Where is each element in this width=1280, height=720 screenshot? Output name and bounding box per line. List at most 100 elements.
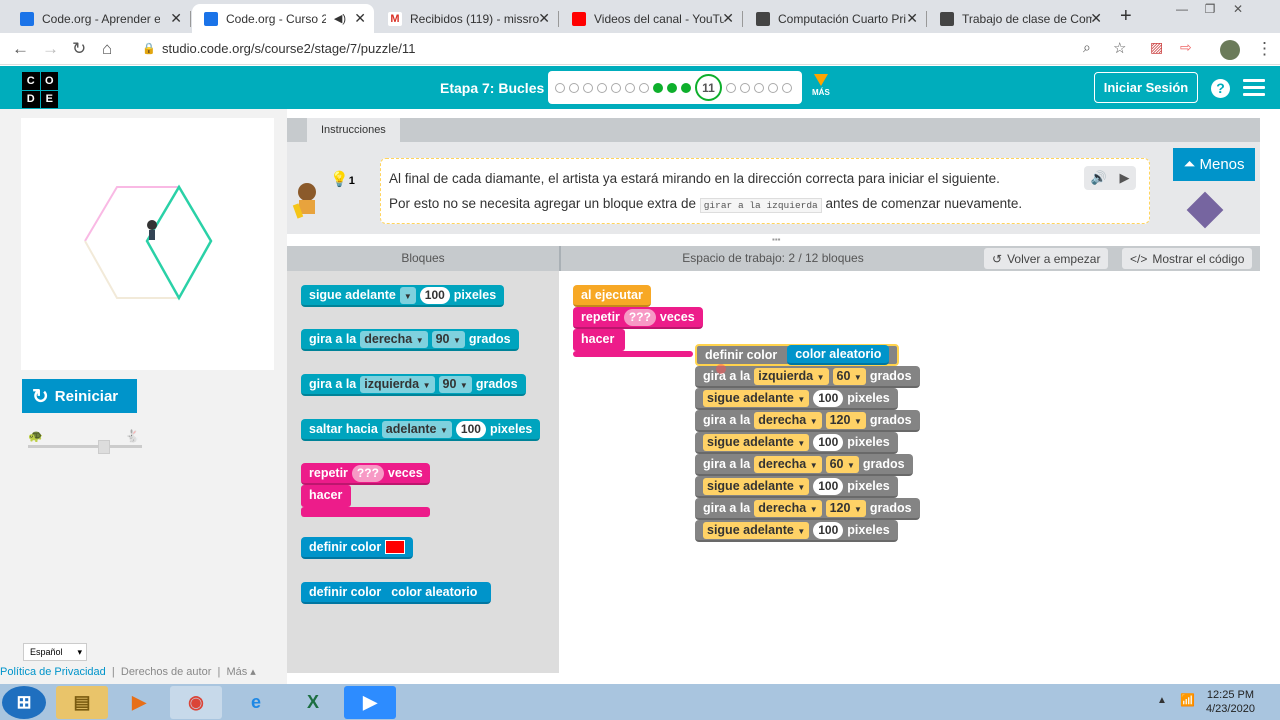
puzzle-dot[interactable] [597,82,607,93]
move-forward-block[interactable]: sigue adelante ▼ 100 pixeles [695,476,898,498]
puzzle-dot[interactable] [740,82,750,93]
close-tab-icon[interactable]: ✕ [722,10,734,27]
copyright-link[interactable]: Derechos de autor [121,666,212,678]
puzzle-dot[interactable] [782,82,792,93]
play-icon[interactable]: ▶ [1120,170,1130,186]
puzzle-dot[interactable] [569,82,579,93]
audio-playing-icon[interactable]: ◀) [334,12,346,25]
repeat-block[interactable]: repetir??? veces [573,307,703,329]
direction-dropdown[interactable]: sigue adelante ▼ [703,433,810,451]
instructions-tab[interactable]: Instrucciones [307,118,400,142]
minimize-icon[interactable]: — [1168,0,1196,18]
media-player-icon[interactable]: ▶ [113,686,165,719]
puzzle-dot-complete[interactable] [653,82,663,93]
close-tab-icon[interactable]: ✕ [906,10,918,27]
puzzle-dot-complete[interactable] [681,82,691,93]
speed-slider-handle[interactable] [98,440,110,454]
direction-dropdown[interactable]: derecha ▼ [754,499,822,517]
close-tab-icon[interactable]: ✕ [170,10,182,27]
direction-dropdown[interactable]: adelante ▼ [381,420,452,438]
resize-handle[interactable]: ▪▪▪ [772,235,781,244]
puzzle-dot[interactable] [639,82,649,93]
puzzle-dot[interactable] [768,82,778,93]
close-tab-icon[interactable]: ✕ [354,10,366,27]
puzzle-dot[interactable] [611,82,621,93]
speed-slider[interactable] [28,445,142,448]
file-explorer-icon[interactable]: ▤ [56,686,108,719]
more-link[interactable]: Más ▴ [226,666,255,678]
cast-extension-icon[interactable]: ⇨ [1180,39,1192,56]
help-icon[interactable]: ? [1211,79,1230,98]
start-button-icon[interactable]: ⊞ [2,686,46,719]
direction-dropdown[interactable]: derecha ▼ [754,411,822,429]
color-swatch[interactable] [385,540,406,554]
puzzle-dot[interactable] [555,82,565,93]
speaker-icon[interactable]: 🔊 [1090,170,1106,186]
browser-tab[interactable]: Videos del canal - YouTu ✕ [560,4,743,33]
back-icon[interactable]: ← [12,39,29,59]
browser-tab[interactable]: Computación Cuarto Pri ✕ [744,4,927,33]
reset-button[interactable]: ↻ Reiniciar [22,379,137,413]
repeat-block-footer[interactable] [301,507,430,517]
network-icon[interactable]: 📶 [1180,693,1195,707]
privacy-link[interactable]: Política de Privacidad [0,666,106,678]
direction-dropdown[interactable]: sigue adelante ▼ [703,477,810,495]
move-forward-block[interactable]: sigue adelante ▼ 100 pixeles [695,432,898,454]
close-tab-icon[interactable]: ✕ [1090,10,1102,27]
direction-dropdown[interactable]: izquierda ▼ [754,367,829,385]
angle-dropdown[interactable]: 60 ▼ [832,367,866,385]
toolbox-repeat-block[interactable]: repetir??? veces [301,463,430,485]
hamburger-menu-icon[interactable] [1243,79,1265,100]
direction-dropdown[interactable]: derecha ▼ [360,330,428,348]
excel-icon[interactable]: X [287,686,339,719]
tray-arrow-icon[interactable]: ▲ [1157,695,1167,706]
browser-tab[interactable]: M Recibidos (119) - missro ✕ [376,4,559,33]
turn-right-block[interactable]: gira a la derecha ▼ 120 ▼ grados [695,498,920,520]
move-forward-block[interactable]: sigue adelante ▼ 100 pixeles [695,388,898,410]
url-field[interactable]: 🔒 studio.code.org/s/course2/stage/7/puzzl… [140,37,1140,61]
internet-explorer-icon[interactable]: e [230,686,282,719]
turn-left-block[interactable]: gira a la izquierda ▼ 60 ▼ grados [695,366,920,388]
sign-in-button[interactable]: Iniciar Sesión [1094,72,1198,103]
current-puzzle[interactable]: 11 [695,74,722,101]
puzzle-dot-complete[interactable] [667,82,677,93]
close-tab-icon[interactable]: ✕ [538,10,550,27]
repeat-block-body[interactable]: hacer [573,329,625,351]
set-color-block[interactable]: definir color color aleatorio [695,344,900,366]
direction-dropdown[interactable]: sigue adelante ▼ [703,389,810,407]
move-forward-block[interactable]: sigue adelante ▼ 100 pixeles [695,520,898,542]
browser-tab[interactable]: Code.org - Aprender en ✕ [8,4,191,33]
angle-dropdown[interactable]: 60 ▼ [825,455,859,473]
more-puzzles[interactable]: MÁS [812,74,830,97]
reload-icon[interactable]: ↻ [72,39,86,59]
when-run-block[interactable]: al ejecutar [573,285,651,307]
show-code-button[interactable]: </> Mostrar el código [1122,248,1253,269]
restart-button[interactable]: ↺ Volver a empezar [984,248,1109,269]
toolbox-jump-block[interactable]: saltar hacia adelante ▼ 100 pixeles [301,419,541,441]
browser-menu-icon[interactable]: ⋮ [1256,39,1273,59]
repeat-block-footer[interactable] [573,351,693,357]
toolbox-turn-right-block[interactable]: gira a la derecha ▼ 90 ▼ grados [301,329,519,351]
direction-dropdown[interactable]: sigue adelante ▼ [703,521,810,539]
turn-right-block[interactable]: gira a la derecha ▼ 60 ▼ grados [695,454,913,476]
angle-dropdown[interactable]: 120 ▼ [825,499,866,517]
puzzle-dot[interactable] [754,82,764,93]
language-select[interactable]: Español ▾ [23,643,87,661]
direction-dropdown[interactable]: izquierda ▼ [360,375,435,393]
zoom-icon[interactable]: ⌕ [1083,39,1091,56]
toolbox-random-color-block[interactable]: definir color color aleatorio [301,582,492,604]
turn-right-block[interactable]: gira a la derecha ▼ 120 ▼ grados [695,410,920,432]
direction-dropdown[interactable]: ▼ [399,286,416,304]
toolbox-turn-left-block[interactable]: gira a la izquierda ▼ 90 ▼ grados [301,374,526,396]
toolbox-set-color-block[interactable]: definir color [301,537,414,559]
hint-lightbulb-icon[interactable]: 💡1 [330,170,355,188]
random-color-value[interactable]: color aleatorio [787,345,890,365]
system-clock[interactable]: 12:25 PM 4/23/2020 [1206,688,1255,716]
puzzle-dot[interactable] [583,82,593,93]
chrome-icon[interactable]: ◉ [170,686,222,719]
codeorg-logo[interactable]: CODE [22,72,58,108]
toolbox-move-forward-block[interactable]: sigue adelante ▼ 100 pixeles [301,285,505,307]
browser-tab-active[interactable]: Code.org - Curso 2: ◀) ✕ [192,4,374,33]
direction-dropdown[interactable]: derecha ▼ [754,455,822,473]
restore-icon[interactable]: ❐ [1196,0,1224,18]
